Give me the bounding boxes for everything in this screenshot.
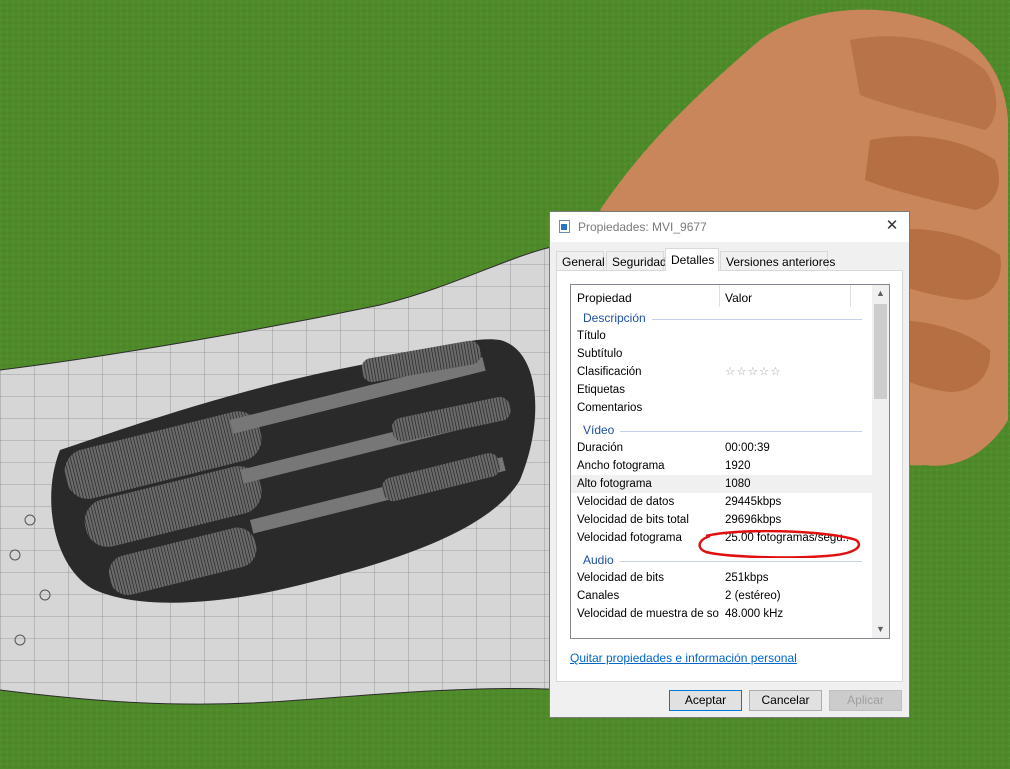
accept-button[interactable]: Aceptar	[669, 690, 742, 711]
screenshot-stage: Propiedades: MVI_9677 ✕ General Segurida…	[0, 0, 1010, 769]
list-item[interactable]: Canales 2 (estéreo)	[571, 587, 872, 605]
rating-stars-icon[interactable]: ☆☆☆☆☆	[725, 363, 850, 381]
scrollbar-thumb[interactable]	[874, 304, 887, 399]
property-name: Título	[577, 330, 606, 342]
list-item[interactable]: Velocidad de muestra de so... 48.000 kHz	[571, 605, 872, 623]
list-item[interactable]: Etiquetas	[571, 381, 872, 399]
column-header-value[interactable]: Valor	[725, 291, 752, 305]
property-value: 2 (estéreo)	[725, 590, 781, 602]
property-name: Velocidad de bits	[577, 572, 664, 584]
property-name: Comentarios	[577, 402, 643, 414]
group-divider	[583, 561, 862, 562]
property-name: Velocidad de bits total	[577, 514, 689, 526]
property-name: Velocidad de datos	[577, 496, 675, 508]
list-item-selected[interactable]: Alto fotograma 1080	[571, 475, 872, 493]
list-item[interactable]: Velocidad de bits total 29696kbps	[571, 511, 872, 529]
column-header-property[interactable]: Propiedad	[577, 291, 632, 305]
properties-list[interactable]: Propiedad Valor Descripción Título Subtí…	[570, 284, 890, 639]
scroll-down-icon[interactable]: ▼	[872, 621, 889, 638]
property-name: Canales	[577, 590, 620, 602]
list-item[interactable]: Título	[571, 327, 872, 345]
remove-properties-link[interactable]: Quitar propiedades e información persona…	[570, 651, 797, 665]
column-separator[interactable]	[719, 285, 720, 307]
group-label: Vídeo	[583, 421, 621, 439]
list-item[interactable]: Duración 00:00:39	[571, 439, 872, 457]
list-item[interactable]: Velocidad fotograma 25.00 fotogramas/segu…	[571, 529, 872, 547]
tab-previous-versions[interactable]: Versiones anteriores	[720, 251, 835, 270]
property-name: Etiquetas	[577, 384, 625, 396]
property-name: Clasificación	[577, 366, 642, 378]
property-value: 29696kbps	[725, 514, 782, 526]
close-button[interactable]: ✕	[875, 212, 909, 242]
apply-button[interactable]: Aplicar	[829, 690, 902, 711]
scroll-up-icon[interactable]: ▲	[872, 285, 889, 302]
tab-security[interactable]: Seguridad	[606, 251, 667, 270]
property-value: 1080	[725, 478, 751, 490]
group-header-audio[interactable]: Audio	[571, 551, 872, 569]
property-value: 48.000 kHz	[725, 608, 784, 620]
cancel-button[interactable]: Cancelar	[749, 690, 822, 711]
list-header: Propiedad Valor	[571, 285, 872, 309]
property-name: Alto fotograma	[577, 478, 652, 490]
details-panel: Propiedad Valor Descripción Título Subtí…	[556, 270, 903, 682]
tab-details[interactable]: Detalles	[665, 248, 719, 271]
list-item[interactable]: Velocidad de datos 29445kbps	[571, 493, 872, 511]
tab-general[interactable]: General	[556, 251, 605, 270]
property-name: Duración	[577, 442, 624, 454]
property-name: Velocidad de muestra de so...	[577, 608, 719, 620]
property-name: Ancho fotograma	[577, 460, 665, 472]
property-value: 251kbps	[725, 572, 769, 584]
column-separator[interactable]	[850, 285, 851, 307]
list-item[interactable]: Velocidad de bits 251kbps	[571, 569, 872, 587]
group-header-video[interactable]: Vídeo	[571, 421, 872, 439]
list-item[interactable]: Comentarios	[571, 399, 872, 417]
dialog-title: Propiedades: MVI_9677	[578, 220, 707, 234]
video-file-icon	[559, 220, 570, 233]
property-name: Velocidad fotograma	[577, 532, 682, 544]
property-value: 1920	[725, 460, 751, 472]
property-value: 00:00:39	[725, 442, 770, 454]
list-item[interactable]: Subtítulo	[571, 345, 872, 363]
vertical-scrollbar[interactable]: ▲ ▼	[872, 285, 889, 638]
properties-dialog: Propiedades: MVI_9677 ✕ General Segurida…	[549, 211, 910, 718]
title-bar[interactable]: Propiedades: MVI_9677 ✕	[550, 212, 909, 242]
list-item[interactable]: Ancho fotograma 1920	[571, 457, 872, 475]
property-name: Subtítulo	[577, 348, 623, 360]
property-value: 25.00 fotogramas/segu...	[725, 532, 850, 544]
list-rows: Descripción Título Subtítulo Clasificaci…	[571, 309, 872, 623]
group-label: Audio	[583, 551, 620, 569]
group-label: Descripción	[583, 309, 652, 327]
list-item[interactable]: Clasificación ☆☆☆☆☆	[571, 363, 872, 381]
group-header-description[interactable]: Descripción	[571, 309, 872, 327]
group-divider	[583, 431, 862, 432]
property-value: 29445kbps	[725, 496, 782, 508]
